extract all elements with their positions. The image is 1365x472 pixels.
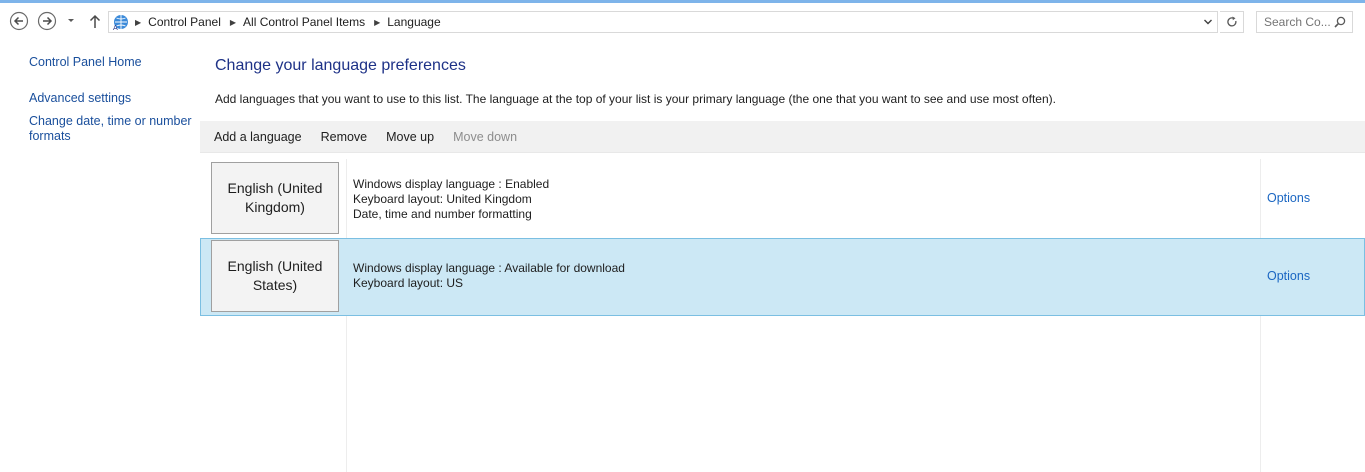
breadcrumb-control-panel[interactable]: Control Panel (148, 15, 221, 29)
refresh-button[interactable] (1220, 11, 1244, 33)
breadcrumb-separator: ▶ (374, 17, 381, 27)
language-options-link[interactable]: Options (1267, 191, 1310, 205)
advanced-settings-link[interactable]: Advanced settings (29, 91, 131, 106)
address-history-chevron-icon[interactable] (1203, 16, 1213, 28)
language-details: Windows display language : Available for… (353, 261, 625, 291)
control-panel-icon: A (113, 15, 128, 31)
page-title: Change your language preferences (215, 57, 466, 74)
back-arrow-icon (9, 11, 29, 31)
language-toolbar: Add a language Remove Move up Move down (200, 121, 1365, 153)
address-bar[interactable]: A ▶ Control Panel ▶ All Control Panel It… (108, 11, 1218, 33)
page-description: Add languages that you want to use to th… (215, 92, 1056, 106)
back-button[interactable] (9, 11, 29, 31)
chevron-down-icon (68, 19, 74, 22)
language-name-tile[interactable]: English (United States) (211, 240, 339, 312)
breadcrumb-separator: ▶ (229, 17, 237, 27)
svg-text:A: A (113, 24, 118, 31)
refresh-icon (1226, 16, 1236, 27)
control-panel-home-link[interactable]: Control Panel Home (29, 55, 142, 70)
breadcrumb-separator: ▶ (135, 17, 142, 27)
keyboard-layout: Keyboard layout: US (353, 276, 464, 290)
language-name-tile[interactable]: English (United Kingdom) (211, 162, 339, 234)
add-language-button[interactable]: Add a language (214, 130, 302, 144)
language-row-selected[interactable]: English (United States) Windows display … (200, 238, 1365, 316)
change-date-formats-link[interactable]: Change date, time or number formats (29, 114, 194, 144)
display-language-status: Windows display language : Available for… (353, 261, 625, 275)
remove-button[interactable]: Remove (321, 130, 368, 144)
display-language-status: Windows display language : Enabled (353, 177, 550, 191)
language-options-link[interactable]: Options (1267, 269, 1310, 283)
formatting-info: Date, time and number formatting (353, 207, 532, 221)
language-list: English (United Kingdom) Windows display… (200, 153, 1365, 472)
move-up-button[interactable]: Move up (386, 130, 434, 144)
forward-button[interactable] (37, 11, 57, 31)
keyboard-layout: Keyboard layout: United Kingdom (353, 192, 532, 206)
up-arrow-icon (89, 14, 101, 28)
up-button[interactable] (85, 11, 105, 31)
navigation-bar: A ▶ Control Panel ▶ All Control Panel It… (0, 3, 1365, 37)
forward-arrow-icon (37, 11, 57, 31)
recent-locations-button[interactable] (64, 11, 78, 31)
breadcrumb-all-items[interactable]: All Control Panel Items (243, 15, 365, 29)
language-details: Windows display language : Enabled Keybo… (353, 177, 549, 222)
move-down-button: Move down (453, 129, 518, 144)
search-icon[interactable] (1334, 16, 1346, 28)
search-input[interactable] (1264, 15, 1334, 29)
search-box[interactable] (1256, 11, 1353, 33)
language-row[interactable]: English (United Kingdom) Windows display… (200, 160, 1365, 238)
breadcrumb-language[interactable]: Language (387, 15, 440, 29)
